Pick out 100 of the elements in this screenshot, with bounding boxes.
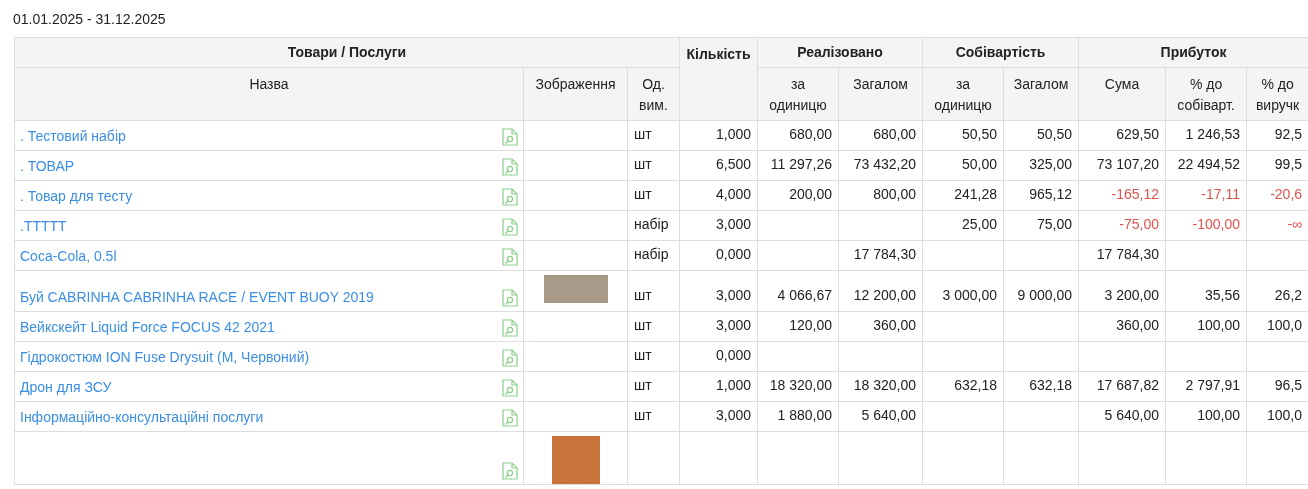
percent-text: -20,6 [1270,186,1303,202]
amount-text: 50,50 [962,126,998,142]
column-header: % до виручк [1254,75,1301,115]
column-group-header: Реалізовано [797,44,883,60]
profit-text: -75,00 [1119,216,1160,232]
amount-text: 12 200,00 [853,287,917,303]
amount-text: 680,00 [873,126,917,142]
profit-text: 17 687,82 [1096,377,1160,393]
percent-text: 99,5 [1274,156,1303,172]
amount-text: 325,00 [1029,156,1073,172]
quantity-text: 3,000 [715,216,751,232]
document-search-icon[interactable] [502,319,518,337]
amount-text: 360,00 [873,317,917,333]
percent-text: 100,0 [1267,317,1303,333]
profit-text: -165,12 [1111,186,1160,202]
unit-text: шт [634,407,652,423]
column-header: за одиницю [768,75,828,115]
percent-text: 100,00 [1197,317,1241,333]
amount-text: 3 000,00 [942,287,998,303]
column-header: за одиницю [933,75,993,115]
amount-text: 680,00 [789,126,832,142]
product-link[interactable]: Дрон для ЗСУ [20,377,112,397]
column-header: % до собіварт. [1176,75,1236,115]
quantity-text: 3,000 [715,317,751,333]
photo-placeholder [551,436,600,484]
quantity-text: 1,000 [715,377,751,393]
amount-text: 75,00 [1037,216,1073,232]
document-search-icon[interactable] [502,128,518,146]
percent-text: 92,5 [1274,126,1303,142]
column-group-header: Товари / Послуги [287,44,407,60]
amount-text: 11 297,26 [770,156,832,172]
amount-text: 965,12 [1029,186,1073,202]
amount-text: 1 880,00 [777,407,832,423]
product-link[interactable]: Coca-Cola, 0.5l [20,246,117,266]
unit-text: шт [634,287,652,303]
quantity-text: 6,500 [715,156,751,172]
profit-text: 3 200,00 [1104,287,1160,303]
document-search-icon[interactable] [502,218,518,236]
amount-text: 73 432,20 [853,156,917,172]
document-search-icon[interactable] [502,158,518,176]
percent-text: 22 494,52 [1177,156,1241,172]
percent-text: -100,00 [1192,216,1241,232]
unit-text: шт [634,186,652,202]
amount-text: 9 000,00 [1017,287,1073,303]
percent-text: 100,00 [1197,407,1241,423]
profit-text: 360,00 [1116,317,1160,333]
percent-text: 2 797,91 [1185,377,1241,393]
percent-text: 100,0 [1267,407,1303,423]
amount-text: 50,00 [962,156,998,172]
quantity-text: 3,000 [715,287,751,303]
percent-text: 26,2 [1274,287,1303,303]
amount-text: 17 784,30 [853,246,917,262]
unit-text: шт [634,377,652,393]
unit-text: шт [634,156,652,172]
document-search-icon[interactable] [502,409,518,427]
product-link[interactable]: . ТОВАР [20,156,75,176]
column-header: Сума [1104,75,1140,94]
product-link[interactable]: .ТТТТТ [20,216,67,236]
column-group-header: Прибуток [1160,44,1227,60]
quantity-text: 0,000 [715,246,751,262]
profit-text: 629,50 [1116,126,1160,142]
column-header: Зображення [535,75,616,94]
column-header: Загалом [1013,75,1069,94]
unit-text: набір [634,246,669,262]
document-search-icon[interactable] [502,349,518,367]
amount-text: 18 320,00 [769,377,832,393]
quantity-text: 4,000 [715,186,751,202]
amount-text: 5 640,00 [861,407,917,423]
product-link[interactable]: . Товар для тесту [20,186,133,206]
quantity-text: 3,000 [715,407,751,423]
column-header: Назва [249,75,289,94]
document-search-icon[interactable] [502,462,518,480]
percent-text: 1 246,53 [1185,126,1241,142]
amount-text: 241,28 [954,186,998,202]
unit-text: набір [634,216,669,232]
amount-text: 632,18 [954,377,998,393]
amount-text: 25,00 [962,216,998,232]
amount-text: 800,00 [873,186,917,202]
document-search-icon[interactable] [502,188,518,206]
unit-text: шт [634,126,652,142]
unit-text: шт [634,317,652,333]
amount-text: 120,00 [789,317,832,333]
percent-text: 96,5 [1274,377,1303,393]
profit-text: 73 107,20 [1096,156,1160,172]
document-search-icon[interactable] [502,289,518,307]
document-search-icon[interactable] [502,379,518,397]
percent-text: -17,11 [1201,186,1241,202]
quantity-text: 1,000 [715,126,751,142]
date-range: 01.01.2025 - 31.12.2025 [13,10,166,29]
column-group-header: Собівартість [955,44,1046,60]
quantity-text: 0,000 [715,347,751,363]
amount-text: 4 066,67 [777,287,832,303]
amount-text: 632,18 [1029,377,1073,393]
document-search-icon[interactable] [502,248,518,266]
profit-text: 17 784,30 [1096,246,1160,262]
amount-text: 200,00 [789,186,832,202]
column-header: Загалом [853,75,908,94]
product-link[interactable]: . Тестовий набір [20,126,126,146]
unit-text: шт [634,347,652,363]
amount-text: 50,50 [1037,126,1073,142]
